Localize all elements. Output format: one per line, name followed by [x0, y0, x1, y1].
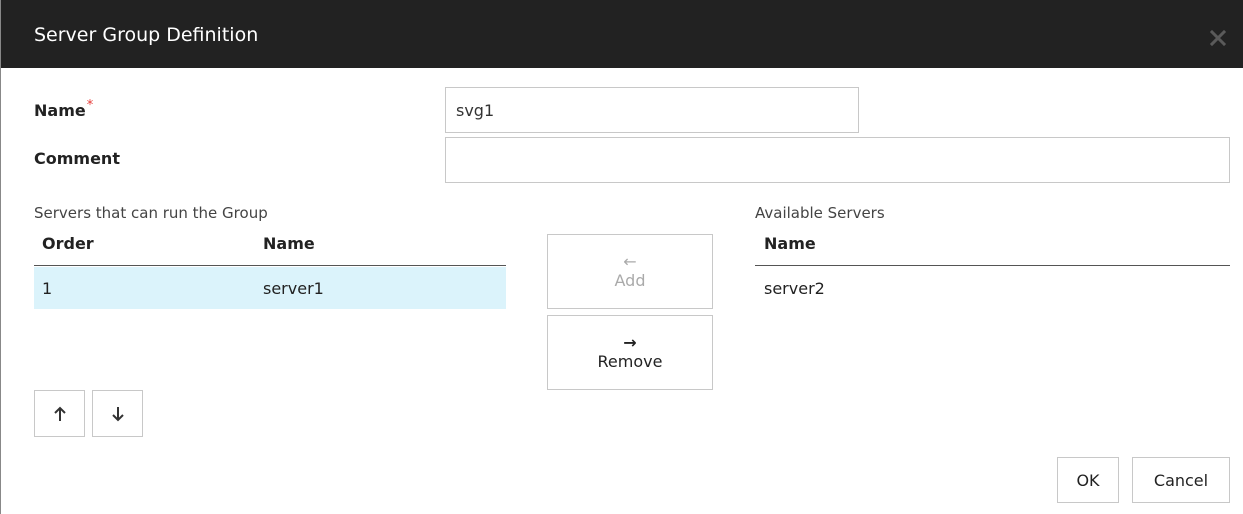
remove-button-label: Remove [597, 351, 663, 371]
name-label: Name* [34, 98, 94, 120]
arrow-right-icon: → [623, 332, 637, 352]
arrow-left-icon: ← [623, 251, 637, 271]
cancel-button[interactable]: Cancel [1132, 457, 1230, 503]
column-header-name[interactable]: Name [263, 234, 315, 253]
column-header-order[interactable]: Order [42, 234, 94, 253]
remove-button[interactable]: → Remove [547, 315, 713, 390]
add-button-label: Add [614, 270, 646, 290]
move-down-button[interactable] [92, 390, 143, 437]
servers-can-run-label: Servers that can run the Group [34, 204, 268, 222]
close-icon[interactable] [1208, 28, 1228, 48]
comment-label: Comment [34, 149, 120, 168]
comment-input[interactable] [445, 137, 1230, 183]
dialog-titlebar: Server Group Definition [1, 0, 1243, 68]
available-servers-label: Available Servers [755, 204, 885, 222]
add-button[interactable]: ← Add [547, 234, 713, 309]
ok-button[interactable]: OK [1057, 457, 1119, 503]
arrow-up-icon [53, 406, 66, 421]
column-header-available-name[interactable]: Name [764, 234, 816, 253]
required-mark: * [86, 98, 94, 113]
left-list-header-divider [34, 265, 506, 266]
right-list-header-divider [755, 265, 1230, 266]
row-name-cell: server1 [263, 279, 324, 298]
list-item[interactable]: server2 [764, 279, 825, 298]
move-up-button[interactable] [34, 390, 85, 437]
table-row[interactable]: 1 server1 [34, 267, 506, 309]
name-label-text: Name [34, 101, 86, 120]
dialog-title: Server Group Definition [34, 24, 259, 46]
server-group-definition-dialog: Server Group Definition Name* Comment Se… [0, 0, 1243, 514]
row-order-cell: 1 [42, 279, 53, 298]
arrow-down-icon [111, 406, 124, 421]
name-input[interactable] [445, 87, 859, 133]
